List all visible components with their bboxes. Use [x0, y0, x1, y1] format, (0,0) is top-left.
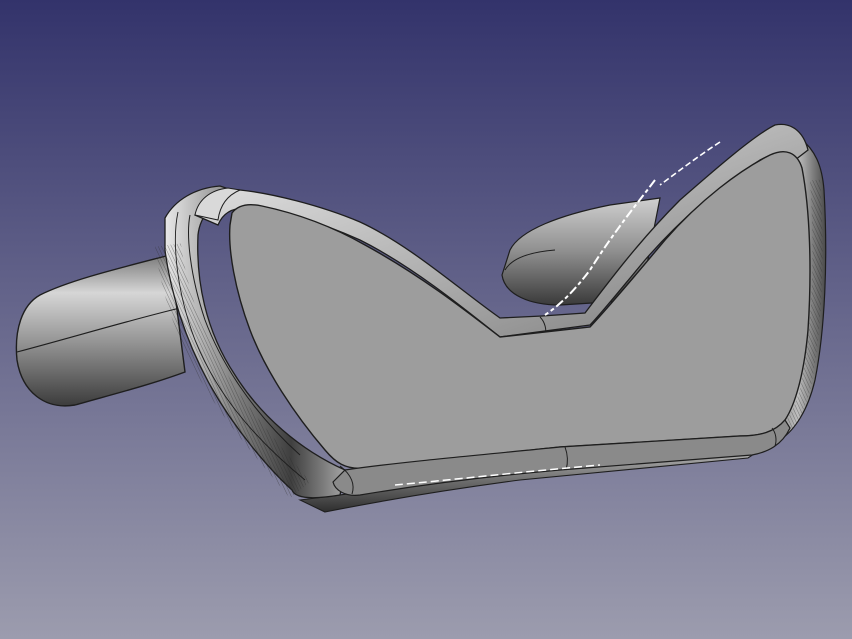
- 3d-viewport[interactable]: [0, 0, 852, 639]
- 3d-scene[interactable]: [0, 0, 852, 639]
